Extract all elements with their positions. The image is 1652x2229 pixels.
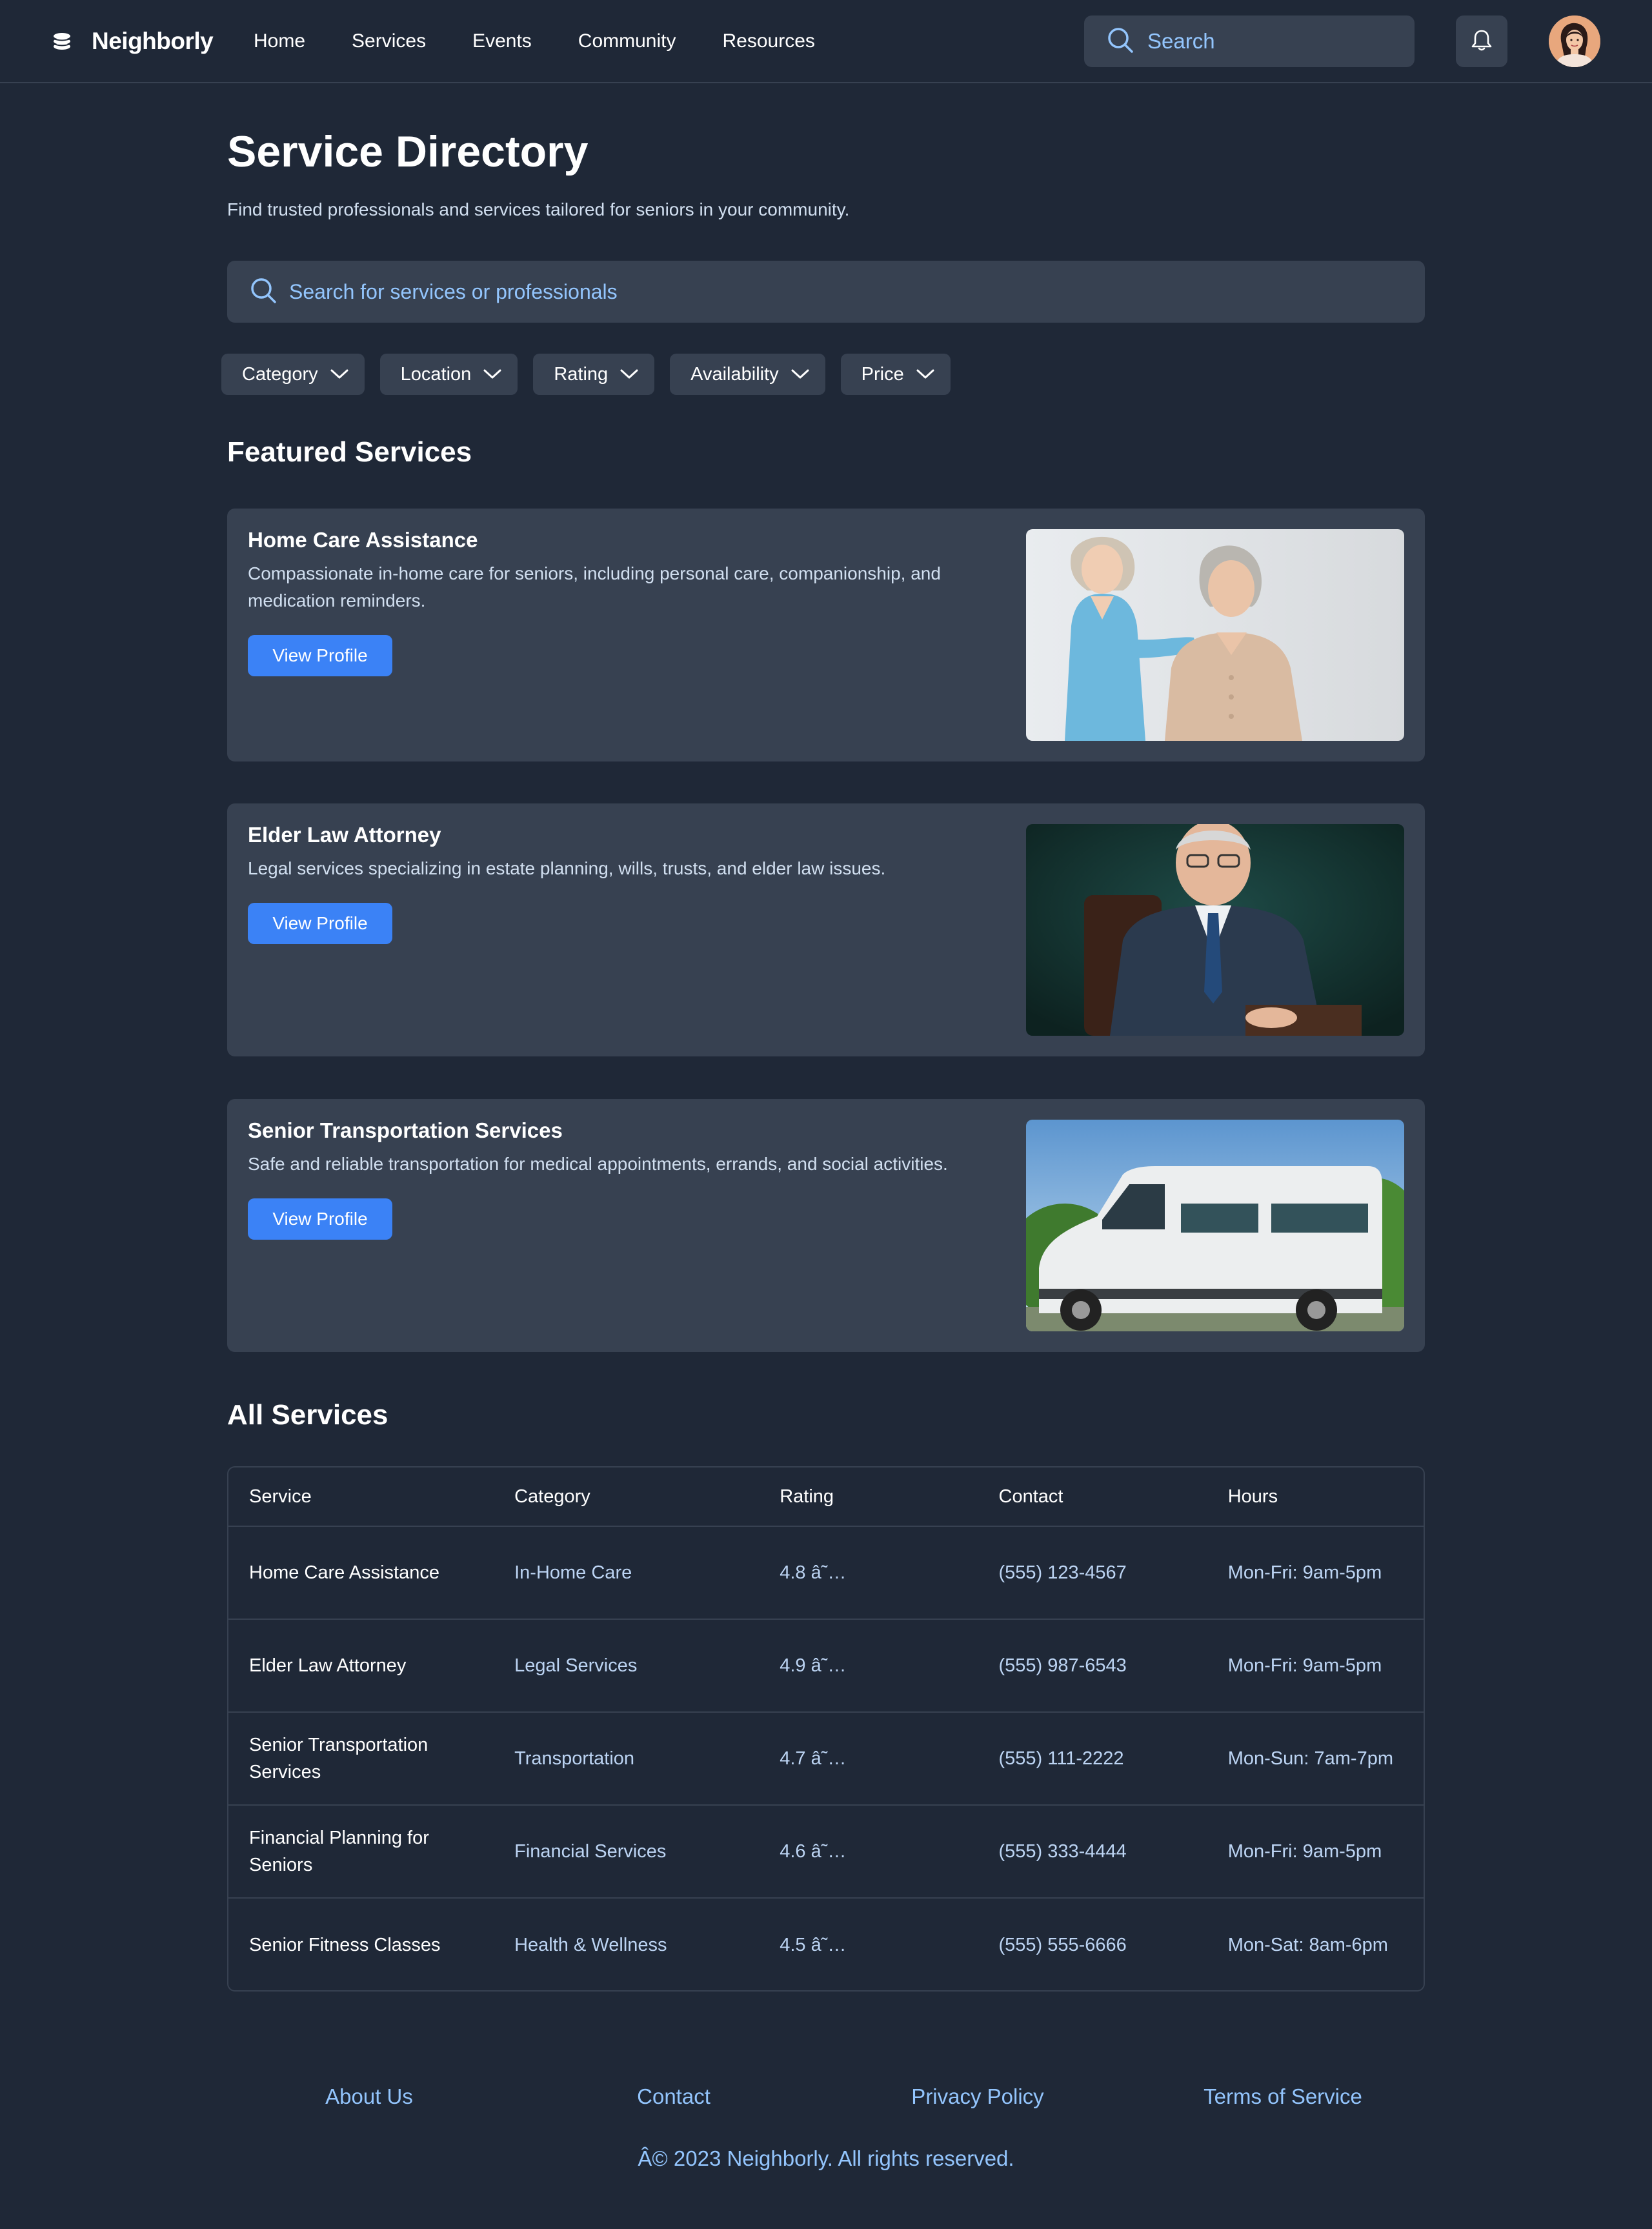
chevron-down-icon bbox=[916, 369, 934, 379]
cell-hours: Mon-Sat: 8am-6pm bbox=[1227, 1935, 1388, 1955]
table-row[interactable]: Elder Law Attorney Legal Services 4.9 â˜… bbox=[228, 1620, 1424, 1713]
cell-service: Home Care Assistance bbox=[249, 1562, 439, 1583]
top-navigation-bar: Neighborly Home Services Events Communit… bbox=[0, 0, 1652, 83]
copyright: Â© 2023 Neighborly. All rights reserved. bbox=[638, 2146, 1014, 2170]
search-icon bbox=[249, 276, 277, 308]
column-header-category: Category bbox=[514, 1486, 590, 1507]
cell-service: Financial Planning for Seniors bbox=[249, 1828, 429, 1875]
card-description: Compassionate in-home care for seniors, … bbox=[248, 563, 941, 610]
footer-link-about[interactable]: About Us bbox=[325, 2084, 413, 2109]
header-search-placeholder: Search bbox=[1147, 29, 1215, 53]
card-image-van bbox=[1026, 1120, 1404, 1331]
filter-bar: Category Location Rating Availability Pr… bbox=[221, 354, 966, 395]
footer-link-terms[interactable]: Terms of Service bbox=[1204, 2084, 1362, 2109]
card-image-caregiver bbox=[1026, 529, 1404, 741]
footer-link-privacy[interactable]: Privacy Policy bbox=[911, 2084, 1043, 2109]
filter-rating[interactable]: Rating bbox=[533, 354, 655, 395]
cell-hours: Mon-Fri: 9am-5pm bbox=[1227, 1655, 1382, 1676]
featured-card-elder-law: Elder Law Attorney Legal services specia… bbox=[227, 803, 1425, 1056]
filter-label: Category bbox=[242, 363, 318, 385]
filter-availability[interactable]: Availability bbox=[670, 354, 825, 395]
chevron-down-icon bbox=[483, 369, 501, 379]
cell-rating: 4.9 â˜… bbox=[780, 1655, 847, 1676]
cell-contact: (555) 987-6543 bbox=[998, 1655, 1127, 1676]
filter-label: Rating bbox=[554, 363, 609, 385]
featured-card-transportation: Senior Transportation Services Safe and … bbox=[227, 1099, 1425, 1352]
page-subtitle: Find trusted professionals and services … bbox=[227, 199, 850, 219]
table-header: Service Category Rating Contact Hours bbox=[228, 1468, 1424, 1527]
chevron-down-icon bbox=[620, 369, 638, 379]
cell-service: Elder Law Attorney bbox=[249, 1655, 407, 1676]
service-search-input[interactable]: Search for services or professionals bbox=[227, 261, 1425, 323]
nav-community[interactable]: Community bbox=[578, 30, 676, 52]
table-row[interactable]: Home Care Assistance In-Home Care 4.8 â˜… bbox=[228, 1527, 1424, 1620]
view-profile-button[interactable]: View Profile bbox=[248, 1198, 392, 1240]
cell-category: In-Home Care bbox=[514, 1562, 632, 1583]
services-table: Service Category Rating Contact Hours Ho… bbox=[227, 1466, 1425, 1992]
card-title: Senior Transportation Services bbox=[248, 1118, 563, 1142]
card-description: Legal services specializing in estate pl… bbox=[248, 858, 886, 878]
cell-category: Health & Wellness bbox=[514, 1935, 667, 1955]
filter-label: Location bbox=[400, 363, 472, 385]
nav-services[interactable]: Services bbox=[352, 30, 426, 52]
cell-hours: Mon-Sun: 7am-7pm bbox=[1227, 1748, 1394, 1769]
cell-rating: 4.5 â˜… bbox=[780, 1935, 847, 1955]
brand-name: Neighborly bbox=[92, 28, 214, 54]
table-row[interactable]: Senior Transportation Services Transport… bbox=[228, 1713, 1424, 1806]
page-title: Service Directory bbox=[227, 127, 589, 176]
table-row[interactable]: Financial Planning for Seniors Financial… bbox=[228, 1806, 1424, 1899]
featured-card-home-care: Home Care Assistance Compassionate in-ho… bbox=[227, 509, 1425, 761]
main-nav: Home Services Events Community Resources bbox=[254, 0, 861, 83]
cell-contact: (555) 111-2222 bbox=[998, 1748, 1124, 1769]
footer-links: About Us Contact Privacy Policy Terms of… bbox=[0, 2084, 1652, 2115]
nav-events[interactable]: Events bbox=[472, 30, 532, 52]
card-description: Safe and reliable transportation for med… bbox=[248, 1154, 948, 1174]
cell-category: Legal Services bbox=[514, 1655, 638, 1676]
cell-contact: (555) 555-6666 bbox=[998, 1935, 1127, 1955]
column-header-contact: Contact bbox=[998, 1486, 1063, 1507]
notifications-button[interactable] bbox=[1456, 15, 1507, 67]
stack-icon bbox=[52, 31, 72, 52]
header-search-input[interactable]: Search bbox=[1084, 15, 1415, 67]
view-profile-button[interactable]: View Profile bbox=[248, 903, 392, 944]
cell-hours: Mon-Fri: 9am-5pm bbox=[1227, 1562, 1382, 1583]
cell-category: Transportation bbox=[514, 1748, 635, 1769]
cell-contact: (555) 333-4444 bbox=[998, 1841, 1127, 1862]
cell-rating: 4.6 â˜… bbox=[780, 1841, 847, 1862]
cell-rating: 4.8 â˜… bbox=[780, 1562, 847, 1583]
filter-category[interactable]: Category bbox=[221, 354, 365, 395]
nav-home[interactable]: Home bbox=[254, 30, 305, 52]
column-header-service: Service bbox=[249, 1486, 312, 1507]
column-header-hours: Hours bbox=[1227, 1486, 1278, 1507]
cell-contact: (555) 123-4567 bbox=[998, 1562, 1127, 1583]
featured-section-title: Featured Services bbox=[227, 436, 472, 468]
card-title: Elder Law Attorney bbox=[248, 823, 441, 847]
filter-price[interactable]: Price bbox=[840, 354, 951, 395]
cell-rating: 4.7 â˜… bbox=[780, 1748, 847, 1769]
cell-category: Financial Services bbox=[514, 1841, 667, 1862]
all-services-title: All Services bbox=[227, 1399, 388, 1431]
nav-resources[interactable]: Resources bbox=[723, 30, 815, 52]
avatar[interactable] bbox=[1549, 15, 1600, 67]
bell-icon bbox=[1471, 28, 1493, 55]
footer-link-contact[interactable]: Contact bbox=[637, 2084, 710, 2109]
column-header-rating: Rating bbox=[780, 1486, 834, 1507]
cell-hours: Mon-Fri: 9am-5pm bbox=[1227, 1841, 1382, 1862]
filter-location[interactable]: Location bbox=[379, 354, 518, 395]
brand[interactable]: Neighborly bbox=[52, 0, 214, 83]
filter-label: Price bbox=[861, 363, 904, 385]
cell-service: Senior Transportation Services bbox=[249, 1735, 428, 1782]
filter-label: Availability bbox=[690, 363, 779, 385]
search-icon bbox=[1106, 26, 1134, 57]
chevron-down-icon bbox=[330, 369, 348, 379]
service-search-placeholder: Search for services or professionals bbox=[289, 279, 618, 303]
chevron-down-icon bbox=[791, 369, 809, 379]
card-title: Home Care Assistance bbox=[248, 528, 478, 552]
table-row[interactable]: Senior Fitness Classes Health & Wellness… bbox=[228, 1899, 1424, 1990]
cell-service: Senior Fitness Classes bbox=[249, 1935, 441, 1955]
card-image-attorney bbox=[1026, 824, 1404, 1036]
view-profile-button[interactable]: View Profile bbox=[248, 635, 392, 676]
